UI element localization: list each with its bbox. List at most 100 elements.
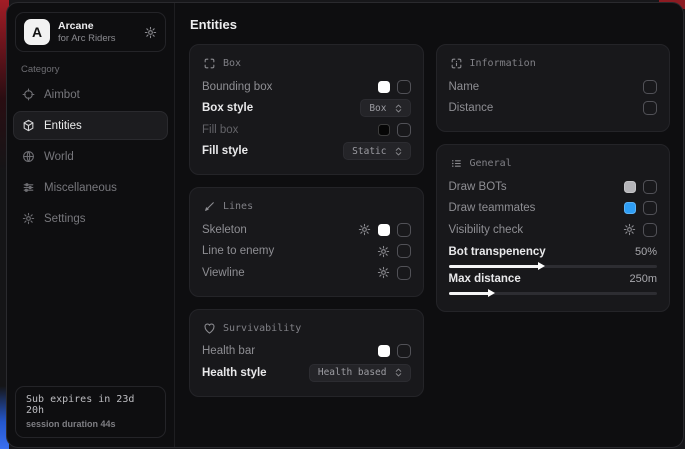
panel-header-information: Information [450, 57, 658, 70]
setting-row-health-bar: Health bar [202, 341, 411, 363]
setting-label: Bounding box [202, 81, 272, 93]
visibility-check-checkbox[interactable] [643, 223, 657, 237]
setting-label: Fill box [202, 124, 238, 136]
setting-controls: Static [343, 142, 410, 160]
setting-controls [378, 344, 411, 358]
entities-icon [22, 119, 35, 132]
setting-row-bot-transpenency: Bot transpenency 50% [449, 246, 658, 268]
panel-box: Box Bounding box Box style Box Fill box Fill … [189, 44, 424, 175]
panel-header-general: General [450, 157, 658, 170]
fill-box-color-swatch[interactable] [378, 124, 390, 136]
category-label: Category [21, 64, 174, 75]
setting-label: Draw BOTs [449, 181, 507, 193]
skeleton-checkbox[interactable] [397, 223, 411, 237]
account-gear-icon[interactable] [144, 26, 157, 39]
app-subtitle: for Arc Riders [58, 33, 136, 44]
scan-icon [203, 57, 216, 70]
line-to-enemy-settings-gear-icon[interactable] [377, 245, 390, 258]
app-title: Arcane [58, 20, 136, 32]
bot-transpenency-slider[interactable] [449, 265, 658, 268]
chevrons-updown-icon [393, 103, 404, 114]
viewline-settings-gear-icon[interactable] [377, 266, 390, 279]
bot-transpenency-slider-thumb[interactable] [538, 262, 545, 270]
setting-label: Viewline [202, 267, 245, 279]
visibility-check-settings-gear-icon[interactable] [623, 223, 636, 236]
sidebar-item-entities[interactable]: Entities [13, 111, 168, 140]
draw-teammates-color-swatch[interactable] [624, 202, 636, 214]
setting-controls: Box [360, 99, 410, 117]
setting-row-draw-teammates: Draw teammates [449, 198, 658, 220]
app-logo-letter: A [32, 24, 42, 40]
fill-box-checkbox[interactable] [397, 123, 411, 137]
setting-label: Health style [202, 367, 267, 379]
sidebar-item-label: Aimbot [44, 89, 80, 101]
viewline-checkbox[interactable] [397, 266, 411, 280]
skeleton-settings-gear-icon[interactable] [358, 223, 371, 236]
bot-transpenency-value: 50% [635, 246, 657, 258]
bounding-box-checkbox[interactable] [397, 80, 411, 94]
sidebar: A Arcane for Arc Riders Category Aimbot E… [7, 3, 175, 447]
sidebar-nav: Aimbot Entities World Miscellaneous Settings [7, 79, 174, 234]
page-title: Entities [190, 17, 670, 32]
sliders-icon [22, 181, 35, 194]
draw-teammates-checkbox[interactable] [643, 201, 657, 215]
setting-label: Fill style [202, 145, 248, 157]
max-distance-slider-thumb[interactable] [488, 289, 495, 297]
panel-title: Lines [223, 201, 253, 212]
draw-bots-color-swatch[interactable] [624, 181, 636, 193]
setting-controls [378, 80, 411, 94]
panel-header-lines: Lines [203, 200, 411, 213]
panel-title: Box [223, 58, 241, 69]
distance-checkbox[interactable] [643, 101, 657, 115]
setting-controls [623, 223, 657, 237]
globe-icon [22, 150, 35, 163]
app-logo: A [24, 19, 50, 45]
health-bar-checkbox[interactable] [397, 344, 411, 358]
slider-head-max-distance: Max distance250m [449, 273, 658, 285]
health-style-dropdown[interactable]: Health based [309, 364, 411, 382]
setting-row-skeleton: Skeleton [202, 219, 411, 241]
setting-row-visibility-check: Visibility check [449, 219, 658, 241]
dropdown-value: Static [352, 146, 386, 157]
setting-row-fill-box: Fill box [202, 119, 411, 141]
sidebar-spacer [7, 234, 174, 386]
box-style-dropdown[interactable]: Box [360, 99, 410, 117]
sidebar-item-settings[interactable]: Settings [13, 204, 168, 233]
line-to-enemy-checkbox[interactable] [397, 244, 411, 258]
name-checkbox[interactable] [643, 80, 657, 94]
logo-card: A Arcane for Arc Riders [15, 12, 166, 52]
setting-label: Box style [202, 102, 253, 114]
info-icon [450, 57, 463, 70]
setting-controls [378, 123, 411, 137]
setting-row-line-to-enemy: Line to enemy [202, 241, 411, 263]
health-bar-color-swatch[interactable] [378, 345, 390, 357]
setting-controls [624, 201, 657, 215]
setting-controls: Health based [309, 364, 411, 382]
chevrons-updown-icon [393, 367, 404, 378]
fill-style-dropdown[interactable]: Static [343, 142, 410, 160]
setting-label: Distance [449, 102, 494, 114]
setting-label: Visibility check [449, 224, 524, 236]
setting-label: Line to enemy [202, 245, 274, 257]
draw-bots-checkbox[interactable] [643, 180, 657, 194]
sidebar-item-aimbot[interactable]: Aimbot [13, 80, 168, 109]
sidebar-item-label: World [44, 151, 74, 163]
sidebar-item-miscellaneous[interactable]: Miscellaneous [13, 173, 168, 202]
setting-label: Name [449, 81, 480, 93]
setting-controls [624, 180, 657, 194]
sidebar-item-label: Miscellaneous [44, 182, 117, 194]
setting-controls [643, 101, 657, 115]
main-content: Entities Box Bounding box Box style Box Fill… [175, 3, 683, 447]
sidebar-item-world[interactable]: World [13, 142, 168, 171]
setting-label: Bot transpenency [449, 246, 546, 258]
skeleton-color-swatch[interactable] [378, 224, 390, 236]
right-column: Information Name Distance General Draw BOTs D… [436, 44, 671, 312]
setting-controls [377, 244, 411, 258]
bounding-box-color-swatch[interactable] [378, 81, 390, 93]
grid-icon [450, 157, 463, 170]
setting-controls [358, 223, 411, 237]
max-distance-slider[interactable] [449, 292, 658, 295]
dropdown-value: Health based [318, 367, 387, 378]
max-distance-slider-fill [449, 292, 491, 295]
sub-expiry-text: Sub expires in 23d 20h [26, 394, 155, 416]
